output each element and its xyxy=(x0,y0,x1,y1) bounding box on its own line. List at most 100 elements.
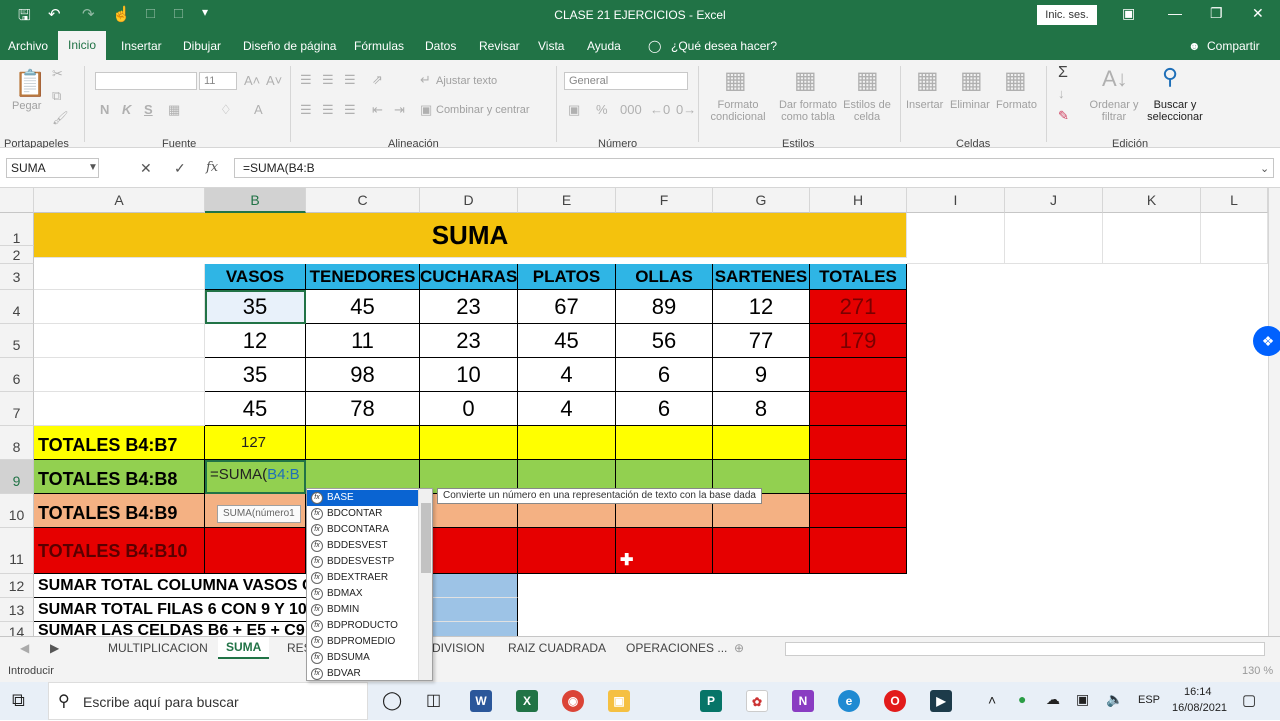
select-all-corner[interactable] xyxy=(0,188,34,213)
menu-inicio[interactable]: Inicio xyxy=(58,31,106,60)
data-cell-e4[interactable]: 67 xyxy=(518,290,616,324)
row-header-10[interactable]: 10 xyxy=(0,494,34,528)
autocomplete-item[interactable]: fx BDVAR xyxy=(307,666,419,680)
header-sartenes[interactable]: SARTENES xyxy=(713,264,810,290)
row-header-13[interactable]: 13 xyxy=(0,598,34,622)
label-totales-b4-b8[interactable]: TOTALES B4:B8 xyxy=(34,460,205,494)
orientation-icon[interactable]: ⇗ xyxy=(372,72,383,88)
menu-dibujar[interactable]: Dibujar xyxy=(183,39,221,53)
data-cell-b7[interactable]: 45 xyxy=(205,392,306,426)
share-button[interactable]: Compartir xyxy=(1207,39,1260,53)
paint-icon[interactable]: ✿ xyxy=(746,690,768,712)
autocomplete-item[interactable]: fx BDCONTARA xyxy=(307,522,419,538)
onenote-icon[interactable]: N xyxy=(792,690,814,712)
column-header-b[interactable]: B xyxy=(205,188,306,213)
column-header-k[interactable]: K xyxy=(1103,188,1201,213)
name-box-dropdown-icon[interactable]: ▼ xyxy=(88,162,98,173)
result-cell-b8[interactable]: 127 xyxy=(205,426,306,460)
align-right-icon[interactable]: ☰ xyxy=(344,102,356,118)
vertical-scrollbar[interactable] xyxy=(1268,188,1280,636)
wrap-text-label[interactable]: Ajustar texto xyxy=(436,75,497,87)
red-cell[interactable] xyxy=(713,528,810,574)
format-cells-icon[interactable]: ▦ xyxy=(1004,66,1027,95)
bold-button[interactable]: N xyxy=(100,102,109,117)
chrome-icon[interactable]: ◉ xyxy=(562,690,584,712)
column-header-c[interactable]: C xyxy=(306,188,420,213)
italic-button[interactable]: K xyxy=(122,102,131,117)
menu-revisar[interactable]: Revisar xyxy=(479,39,520,53)
data-cell-b5[interactable]: 12 xyxy=(205,324,306,358)
align-top-icon[interactable]: ☰ xyxy=(300,72,312,88)
data-cell-d5[interactable]: 23 xyxy=(420,324,518,358)
data-cell-g6[interactable]: 9 xyxy=(713,358,810,392)
header-tenedores[interactable]: TENEDORES xyxy=(306,264,420,290)
menu-insertar[interactable]: Insertar xyxy=(121,39,162,53)
sort-filter-label[interactable]: Ordenar y filtrar xyxy=(1088,99,1140,123)
format-cells-label[interactable]: Formato xyxy=(996,99,1037,111)
underline-button[interactable]: S xyxy=(144,102,153,117)
network-icon[interactable]: ▣ xyxy=(1076,691,1089,708)
language-indicator[interactable]: ESP xyxy=(1138,694,1160,706)
autocomplete-item[interactable]: fx BDDESVEST xyxy=(307,538,419,554)
decimal-decrease-icon[interactable]: 0→ xyxy=(676,102,696,117)
align-left-icon[interactable]: ☰ xyxy=(300,102,312,118)
merge-center-label[interactable]: Combinar y centrar xyxy=(436,104,530,116)
row-header-9[interactable]: 9 xyxy=(0,460,34,494)
autocomplete-item[interactable]: fx BDCONTAR xyxy=(307,506,419,522)
conditional-format-label[interactable]: Formato condicional xyxy=(704,99,772,123)
total-cell-h8[interactable] xyxy=(810,426,907,460)
header-platos[interactable]: PLATOS xyxy=(518,264,616,290)
blue-cell[interactable] xyxy=(420,622,518,636)
column-header-f[interactable]: F xyxy=(616,188,713,213)
tab-multiplicacion[interactable]: MULTIPLICACION xyxy=(108,641,208,655)
column-header-d[interactable]: D xyxy=(420,188,518,213)
blue-cell[interactable] xyxy=(420,574,518,598)
autocomplete-item[interactable]: fx BDSUMA xyxy=(307,650,419,666)
zoom-level[interactable]: 130 % xyxy=(1242,665,1273,677)
tab-operaciones[interactable]: OPERACIONES ... xyxy=(626,641,727,655)
data-cell-d4[interactable]: 23 xyxy=(420,290,518,324)
label-totales-b4-b10[interactable]: TOTALES B4:B10 xyxy=(34,528,205,574)
scroll-left-icon[interactable]: ◀ xyxy=(20,641,29,655)
copy-icon[interactable]: ⧉ xyxy=(52,88,61,104)
format-painter-icon[interactable]: 🖌 xyxy=(52,110,69,126)
volume-icon[interactable]: 🔈 xyxy=(1106,691,1123,708)
menu-datos[interactable]: Datos xyxy=(425,39,456,53)
data-cell-d6[interactable]: 10 xyxy=(420,358,518,392)
data-cell-g4[interactable]: 12 xyxy=(713,290,810,324)
indent-decrease-icon[interactable]: ⇤ xyxy=(372,102,383,118)
menu-ayuda[interactable]: Ayuda xyxy=(587,39,621,53)
total-cell-h5[interactable]: 179 xyxy=(810,324,907,358)
decimal-increase-icon[interactable]: ←0 xyxy=(650,102,670,117)
empty-cell[interactable] xyxy=(1201,213,1268,264)
grow-font-icon[interactable]: A˄ xyxy=(244,73,260,88)
comma-style-icon[interactable]: 000 xyxy=(620,102,642,117)
file-explorer-icon[interactable]: ▣ xyxy=(608,690,630,712)
autocomplete-item[interactable]: fx BDMAX xyxy=(307,586,419,602)
cut-icon[interactable]: ✂ xyxy=(52,66,63,82)
cell-styles-icon[interactable]: ▦ xyxy=(856,66,879,95)
shrink-font-icon[interactable]: A˅ xyxy=(266,73,282,88)
column-header-l[interactable]: L xyxy=(1201,188,1268,213)
autocomplete-item[interactable]: fx BDMIN xyxy=(307,602,419,618)
label-totales-b4-b9[interactable]: TOTALES B4:B9 xyxy=(34,494,205,528)
empty-cell[interactable] xyxy=(1103,213,1201,264)
empty-cell[interactable] xyxy=(34,358,205,392)
autocomplete-item[interactable]: fx BDEXTRAER xyxy=(307,570,419,586)
find-select-label[interactable]: Buscar y seleccionar xyxy=(1140,99,1210,123)
tab-suma[interactable]: SUMA xyxy=(218,637,270,659)
row-header-2[interactable]: 2 xyxy=(0,246,34,264)
data-cell-c6[interactable]: 98 xyxy=(306,358,420,392)
clock-date[interactable]: 16/08/2021 xyxy=(1172,702,1227,714)
minimize-button[interactable]: — xyxy=(1168,5,1182,21)
title-cell[interactable]: SUMA xyxy=(34,213,907,258)
paste-icon[interactable]: 📋 xyxy=(14,68,46,99)
row-header-4[interactable]: 4 xyxy=(0,290,34,324)
yellow-cell[interactable] xyxy=(306,426,420,460)
merge-center-icon[interactable]: ▣ xyxy=(420,102,432,118)
column-header-h[interactable]: H xyxy=(810,188,907,213)
windows-start-icon[interactable]: ⧉ xyxy=(12,690,25,711)
header-totales[interactable]: TOTALES xyxy=(810,264,907,290)
format-table-icon[interactable]: ▦ xyxy=(794,66,817,95)
column-header-e[interactable]: E xyxy=(518,188,616,213)
